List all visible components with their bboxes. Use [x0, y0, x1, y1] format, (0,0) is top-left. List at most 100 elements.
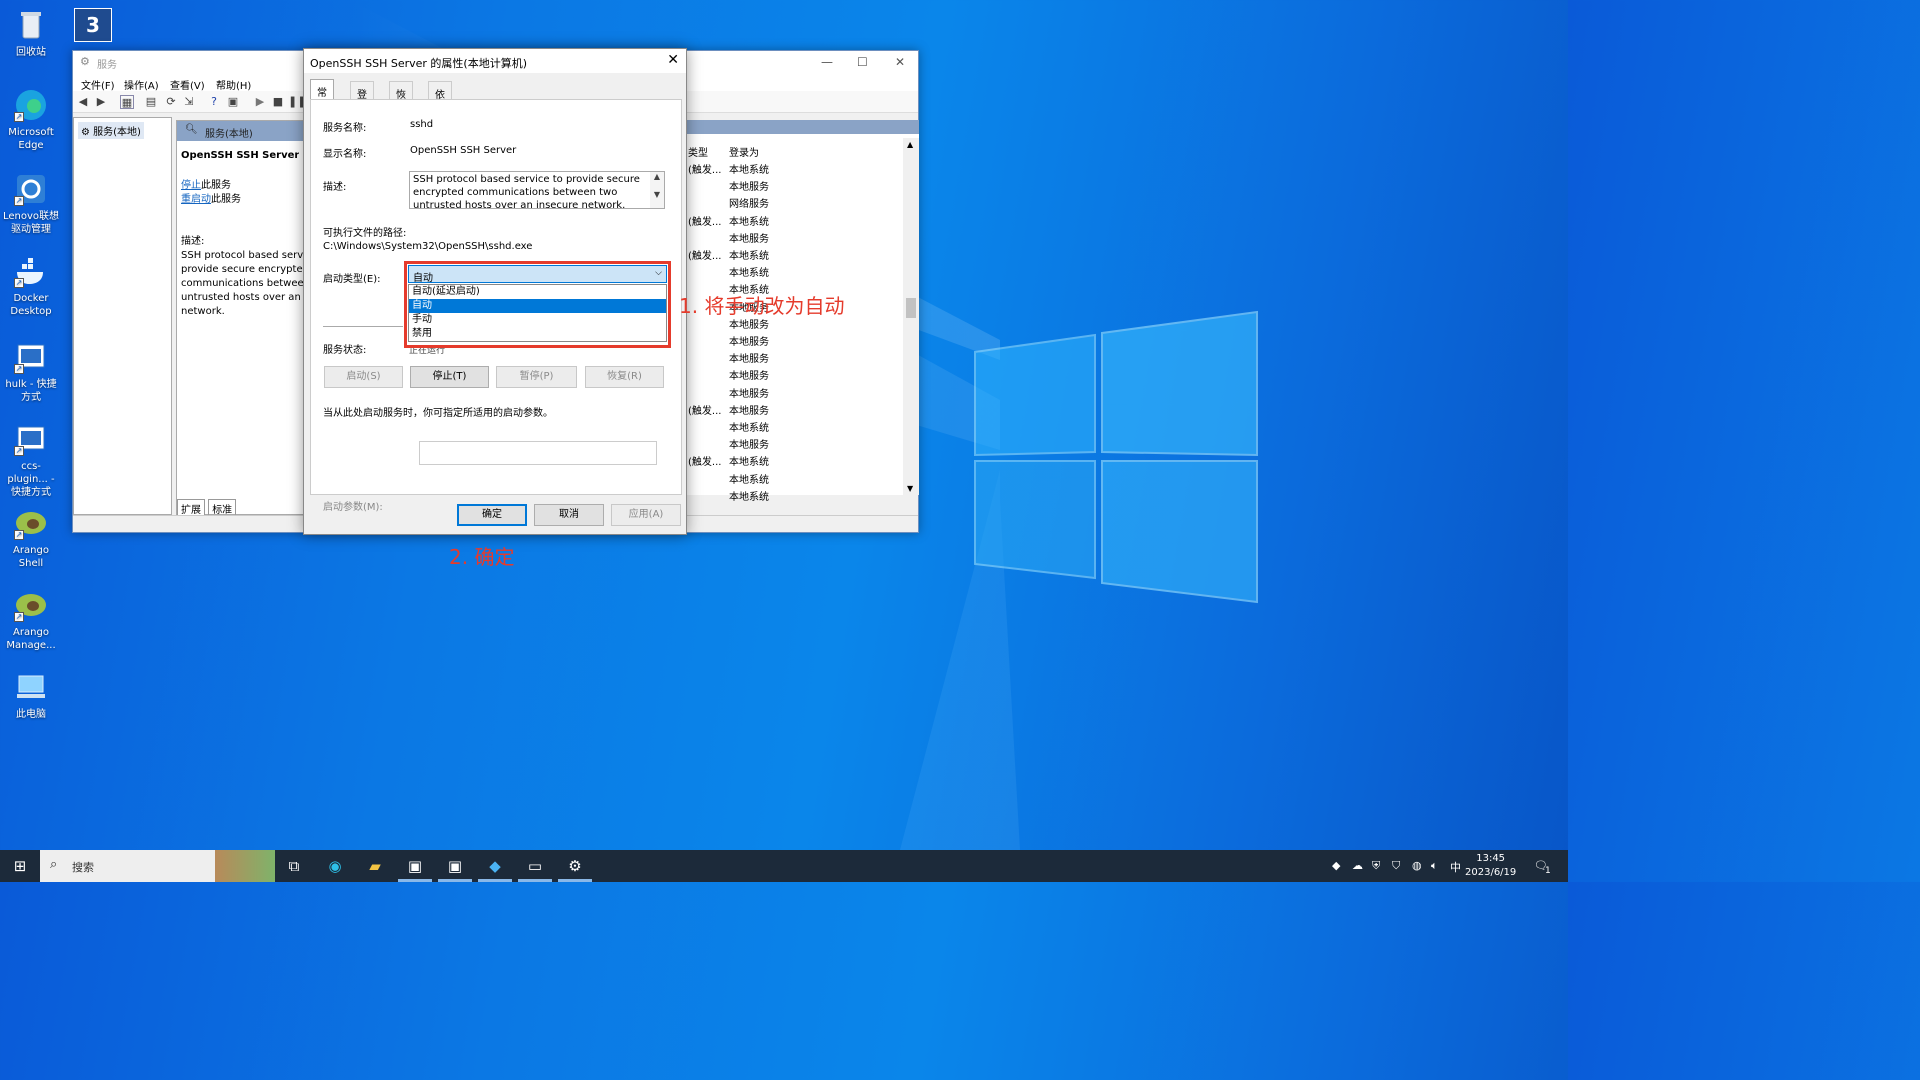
menu-help[interactable]: 帮助(H)	[216, 77, 251, 92]
column-header-logon[interactable]: 登录为	[729, 144, 759, 159]
taskbar-search-box[interactable]: ⌕ 搜索	[40, 850, 275, 882]
row-logon: 本地系统	[729, 457, 769, 469]
edge-icon[interactable]: ◉	[324, 856, 346, 876]
security-icon[interactable]: ⛨	[1372, 859, 1380, 873]
pause-button[interactable]: 暂停(P)	[496, 366, 577, 388]
refresh-icon[interactable]: ⟳	[164, 95, 178, 109]
tab-dependencies[interactable]: 依存关系	[428, 81, 452, 146]
docker-tray-icon[interactable]: ◆	[1332, 859, 1340, 872]
maximize-button[interactable]: ☐	[857, 55, 868, 69]
forward-arrow-icon[interactable]: ▶	[94, 95, 108, 109]
taskbar: ⊞ ⌕ 搜索 ⧉ ◉ ▰ ▣ ▣ ◆ ▭ ⚙ ◆ ☁ ⛨ ⛉ ◍ 🔈︎ 中 13…	[0, 850, 1568, 882]
tab-general[interactable]: 常规	[310, 79, 334, 114]
resume-button[interactable]: 恢复(R)	[585, 366, 664, 388]
desktop-icon-label: 此电脑	[16, 709, 46, 720]
row-logon: 本地系统	[729, 251, 769, 262]
link-suffix: 此服务	[201, 180, 231, 191]
scroll-thumb[interactable]	[906, 298, 916, 318]
desktop-icon-edge[interactable]: ↗ Microsoft Edge	[2, 88, 60, 152]
scroll-up-icon[interactable]: ▲	[907, 140, 913, 149]
notification-count: 1	[1545, 866, 1551, 876]
tab-logon[interactable]: 登录	[350, 81, 374, 116]
restart-service-link[interactable]: 重启动	[181, 194, 211, 205]
row-logon: 本地服务	[729, 440, 769, 452]
pause-icon[interactable]: ❚❚	[288, 95, 306, 109]
description-box[interactable]: SSH protocol based service to provide se…	[409, 171, 665, 209]
app-window-icon[interactable]: ▣	[444, 856, 466, 876]
cloud-icon[interactable]: ☁	[1352, 859, 1363, 872]
app-window-icon[interactable]: ▣	[404, 856, 426, 876]
windows-start-icon[interactable]: ⊞	[9, 856, 31, 876]
running-indicator	[438, 879, 472, 882]
gear-icon[interactable]: ⚙	[564, 856, 586, 876]
row-logon: 本地服务	[729, 233, 769, 245]
desktop-icon-docker[interactable]: ↗ Docker Desktop	[2, 254, 60, 318]
option-auto[interactable]: 自动	[409, 299, 666, 313]
ok-button[interactable]: 确定	[457, 504, 527, 526]
docker-icon[interactable]: ◆	[484, 856, 506, 876]
vertical-scrollbar[interactable]: ▲ ▼	[903, 138, 919, 495]
desktop-icon-this-pc[interactable]: 此电脑	[2, 670, 60, 721]
close-button[interactable]: ✕	[895, 55, 905, 69]
window-title: 服务	[97, 60, 117, 71]
stop-button[interactable]: 停止(T)	[410, 366, 489, 388]
scroll-down-icon[interactable]: ▼	[907, 484, 913, 493]
stop-service-link[interactable]: 停止	[181, 180, 201, 191]
terminal-icon[interactable]: ▭	[524, 856, 546, 876]
row-logon: 本地系统	[729, 216, 769, 228]
export-icon[interactable]: ⇲	[182, 95, 196, 109]
tree-item-services-local[interactable]: ⚙ 服务(本地)	[78, 122, 144, 139]
clock-time: 13:45	[1476, 853, 1506, 864]
divider	[323, 326, 403, 327]
app-3-icon[interactable]: 3	[74, 8, 112, 42]
stop-icon[interactable]: ■	[271, 95, 285, 109]
menu-view[interactable]: 查看(V)	[170, 77, 205, 92]
network-icon[interactable]: ◍	[1412, 859, 1422, 872]
arango-icon: ↗	[14, 506, 48, 540]
option-disabled[interactable]: 禁用	[409, 327, 666, 341]
search-icon: ⌕	[50, 857, 58, 872]
row-logon: 本地服务	[729, 354, 769, 366]
close-icon[interactable]: ✕	[667, 52, 679, 68]
start-button[interactable]: 启动(S)	[324, 366, 403, 388]
menu-file[interactable]: 文件(F)	[81, 77, 115, 92]
ime-indicator[interactable]: 中	[1450, 859, 1461, 875]
file-explorer-icon[interactable]: ▰	[364, 856, 386, 876]
desktop-icon-arango-manager[interactable]: ↗ Arango Manage...	[2, 588, 60, 652]
tab-recovery[interactable]: 恢复	[389, 81, 413, 116]
column-header-type[interactable]: 类型	[688, 144, 708, 159]
back-arrow-icon[interactable]: ◀	[76, 95, 90, 109]
running-indicator	[398, 879, 432, 882]
menu-action[interactable]: 操作(A)	[124, 77, 159, 92]
list-icon[interactable]: ▤	[144, 95, 158, 109]
minimize-button[interactable]: —	[821, 55, 833, 69]
option-manual[interactable]: 手动	[409, 313, 666, 327]
service-status-label: 服务状态:	[323, 345, 367, 356]
description-text: SSH protocol based service to provide se…	[413, 174, 640, 209]
volume-icon[interactable]: 🔈︎	[1431, 859, 1438, 873]
description-scrollbar[interactable]: ▲ ▼	[650, 172, 664, 208]
running-indicator	[518, 879, 552, 882]
desktop-icon-lenovo[interactable]: ↗ Lenovo联想驱动管理	[2, 172, 60, 236]
desktop-icon-arango-shell[interactable]: ↗ Arango Shell	[2, 506, 60, 570]
option-auto-delayed[interactable]: 自动(延迟启动)	[409, 285, 666, 299]
desktop-icon-ccs-plugin[interactable]: ↗ ccs-plugin... - 快捷方式	[2, 422, 60, 499]
help-icon[interactable]: ?	[207, 95, 221, 109]
service-title: OpenSSH SSH Server	[181, 150, 300, 161]
description-label: 描述:	[181, 236, 205, 247]
desktop-icon-label: Arango Shell	[13, 545, 49, 569]
start-params-input[interactable]	[419, 441, 657, 465]
console-tree-icon[interactable]: ▦	[120, 95, 134, 109]
row-type: (触发...	[688, 165, 722, 176]
startup-type-select[interactable]: 自动 ⌵	[408, 265, 667, 284]
desktop-icon-recycle-bin[interactable]: 回收站	[2, 8, 60, 59]
cancel-button[interactable]: 取消	[534, 504, 604, 526]
link-suffix: 此服务	[211, 194, 241, 205]
clock[interactable]: 13:45 2023/6/19	[1465, 852, 1516, 880]
shield-icon[interactable]: ⛉	[1392, 859, 1400, 873]
apply-button[interactable]: 应用(A)	[611, 504, 681, 526]
play-icon[interactable]: ▶	[253, 95, 267, 109]
desktop-icon-hulk[interactable]: ↗ hulk - 快捷方式	[2, 340, 60, 404]
task-view-icon[interactable]: ⧉	[283, 856, 305, 876]
properties-icon[interactable]: ▣	[226, 95, 240, 109]
